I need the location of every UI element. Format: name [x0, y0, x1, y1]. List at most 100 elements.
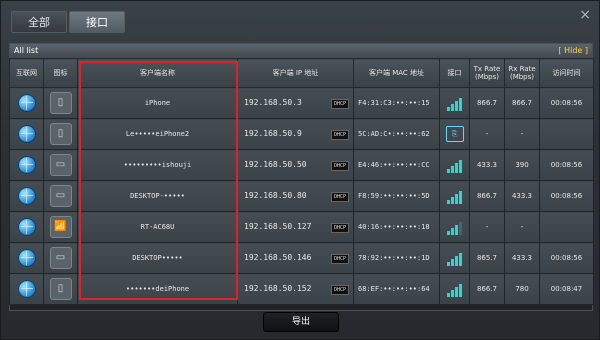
signal-bar [450, 290, 454, 297]
globe-icon[interactable] [17, 218, 36, 236]
access-time: 00:08:56 [539, 87, 594, 119]
signal-bar [454, 194, 458, 204]
client-ip: 192.168.50.50 DHCP [237, 149, 354, 181]
globe-icon[interactable] [17, 249, 36, 267]
phone-glyph: ▯ [57, 97, 64, 108]
col-header-interface[interactable]: 接口 [439, 58, 470, 88]
phone-icon[interactable]: ▯ [49, 278, 72, 300]
internet-cell [9, 87, 44, 119]
internet-cell [9, 211, 44, 243]
close-icon[interactable]: × [579, 7, 591, 23]
col-header-client-name[interactable]: 客户端名称 [77, 58, 238, 88]
laptop-glyph: ▭ [55, 159, 66, 170]
tab-bar: 全部 接口 [11, 11, 125, 33]
rx-rate: 433.3 [504, 180, 540, 212]
dhcp-badge: DHCP [330, 129, 349, 140]
col-header-internet[interactable]: 互联网 [9, 58, 44, 88]
client-name[interactable]: DESKTOP-••••• [77, 180, 238, 212]
table-row[interactable]: ▭ DESKTOP••••• 192.168.50.146 DHCP 78:92:••:… [9, 242, 594, 274]
signal-bar [458, 222, 462, 235]
tab-interface[interactable]: 接口 [69, 11, 125, 33]
table-row[interactable]: 📶 RT-AC68U 192.168.50.127 DHCP 40:16:••:••:•… [9, 211, 594, 243]
table-row[interactable]: ▯ iPhone 192.168.50.3 DHCP F4:31:C3:••:••:15… [9, 87, 594, 119]
internet-cell [9, 273, 44, 305]
col-header-tx-rate[interactable]: Tx Rate (Mbps) [469, 58, 505, 88]
col-header-access-time[interactable]: 访问时间 [539, 58, 594, 88]
hide-button[interactable]: [ Hide ] [558, 44, 588, 58]
client-name[interactable]: iPhone [77, 87, 238, 119]
signal-bar [454, 256, 458, 266]
interface-cell: ⎘ [439, 118, 470, 150]
list-header-bar: All list [ Hide ] [10, 44, 592, 58]
ip-address-text: 192.168.50.80 [244, 190, 307, 200]
phone-icon[interactable]: ▯ [49, 123, 72, 145]
wifi-signal-icon [446, 188, 463, 204]
wifi-signal-icon [446, 219, 463, 235]
interface-cell [439, 180, 470, 212]
table-row[interactable]: ▯ Le•••••eiPhone2 192.168.50.9 DHCP 5C:AD:C•… [9, 118, 594, 150]
col-header-icon[interactable]: 图标 [43, 58, 78, 88]
internet-cell [9, 180, 44, 212]
tab-all[interactable]: 全部 [11, 11, 67, 33]
signal-bar [446, 200, 450, 204]
client-name[interactable]: RT-AC68U [77, 211, 238, 243]
signal-bar [450, 197, 454, 204]
rx-rate: 390 [504, 149, 540, 181]
dhcp-badge: DHCP [330, 160, 349, 171]
laptop-icon[interactable]: ▭ [49, 154, 72, 176]
laptop-icon[interactable]: ▭ [49, 247, 72, 269]
col-header-client-ip[interactable]: 客户端 IP 地址 [237, 58, 354, 88]
access-time: 00:08:47 [539, 273, 594, 305]
rx-rate: - [504, 211, 540, 243]
interface-cell [439, 211, 470, 243]
globe-icon[interactable] [17, 187, 36, 205]
client-mac: F8:59:••:••:••:5D [353, 180, 440, 212]
globe-icon[interactable] [17, 94, 36, 112]
client-ip: 192.168.50.127 DHCP [237, 211, 354, 243]
signal-bar [450, 166, 454, 173]
client-name[interactable]: DESKTOP••••• [77, 242, 238, 274]
client-name[interactable]: •••••••deiPhone [77, 273, 238, 305]
table-row[interactable]: ▭ DESKTOP-••••• 192.168.50.80 DHCP F8:59:••:… [9, 180, 594, 212]
client-ip: 192.168.50.3 DHCP [237, 87, 354, 119]
wifi-signal-icon [446, 250, 463, 266]
globe-icon[interactable] [17, 156, 36, 174]
table-row[interactable]: ▯ •••••••deiPhone 192.168.50.152 DHCP 68:EF:… [9, 273, 594, 305]
device-icon-cell: ▭ [43, 180, 78, 212]
client-ip: 192.168.50.80 DHCP [237, 180, 354, 212]
signal-bar [446, 262, 450, 266]
ip-address-text: 192.168.50.3 [244, 97, 302, 107]
client-name[interactable]: •••••••••ishouji [77, 149, 238, 181]
router-icon[interactable]: 📶 [49, 216, 72, 238]
laptop-icon[interactable]: ▭ [49, 185, 72, 207]
tx-rate: 866.7 [469, 273, 505, 305]
signal-bar [450, 259, 454, 266]
client-mac: E4:46:••:••:••:CC [353, 149, 440, 181]
col-header-rx-rate[interactable]: Rx Rate (Mbps) [504, 58, 540, 88]
signal-bar [450, 228, 454, 235]
globe-icon[interactable] [17, 125, 36, 143]
export-button[interactable]: 导出 [263, 312, 339, 332]
rx-rate: 433.3 [504, 242, 540, 274]
col-header-client-mac[interactable]: 客户端 MAC 地址 [353, 58, 440, 88]
rx-rate: 866.7 [504, 87, 540, 119]
globe-icon[interactable] [17, 280, 36, 298]
tx-rate: - [469, 211, 505, 243]
laptop-glyph: ▭ [55, 252, 66, 263]
phone-icon[interactable]: ▯ [49, 92, 72, 114]
client-mac: F4:31:C3:••:••:15 [353, 87, 440, 119]
signal-bar [446, 169, 450, 173]
rx-rate: 780 [504, 273, 540, 305]
client-name[interactable]: Le•••••eiPhone2 [77, 118, 238, 150]
ip-address-text: 192.168.50.152 [244, 283, 312, 293]
dhcp-badge: DHCP [330, 222, 349, 233]
table-header-row: 互联网 图标 客户端名称 客户端 IP 地址 客户端 MAC 地址 接口 Tx … [9, 58, 594, 88]
tx-rate: 866.7 [469, 180, 505, 212]
ip-address-text: 192.168.50.50 [244, 159, 307, 169]
signal-bar [458, 191, 462, 204]
client-mac: 68:EF:••:••:••:64 [353, 273, 440, 305]
client-ip: 192.168.50.146 DHCP [237, 242, 354, 274]
signal-bar [458, 253, 462, 266]
table-row[interactable]: ▭ •••••••••ishouji 192.168.50.50 DHCP E4:46:… [9, 149, 594, 181]
device-icon-cell: ▯ [43, 87, 78, 119]
